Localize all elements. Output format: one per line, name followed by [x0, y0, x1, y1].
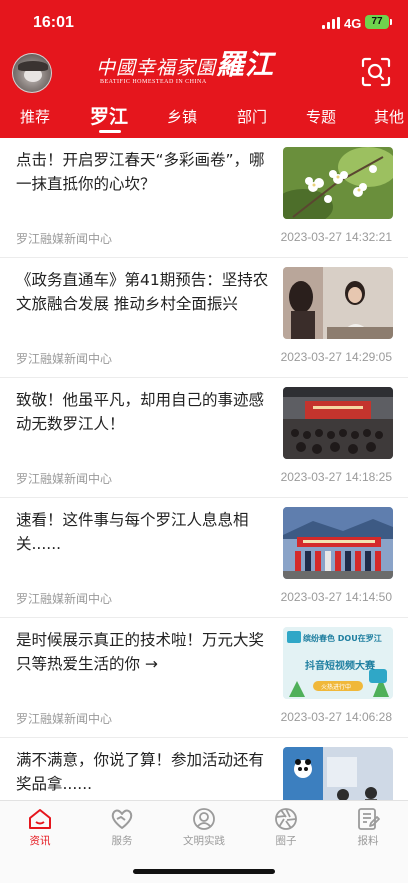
news-title: 满不满意，你说了算！参加活动还有奖品拿...... [16, 751, 265, 793]
news-source: 罗江融媒新闻中心 [16, 232, 113, 246]
scan-button[interactable] [360, 56, 392, 88]
app-header: 16:01 4G 77 中國幸福家園羅江 BEATIFIC HOMESTEAD … [0, 0, 408, 138]
news-item[interactable]: 满不满意，你说了算！参加活动还有奖品拿...... [0, 738, 408, 800]
report-icon [358, 808, 380, 830]
tab-recommend[interactable]: 推荐 [20, 106, 50, 127]
news-title: 《政务直通车》第41期预告：坚持农文旅融合发展 推动乡村全面振兴 [16, 271, 269, 313]
news-thumbnail-contest-poster: 缤纷春色 DOU在罗江 抖音短视频大赛 火热进行中 [283, 627, 393, 699]
category-tabs: 推荐 罗江 乡镇 部门 专题 其他 [0, 100, 408, 134]
civilization-icon [193, 808, 215, 830]
app-logo: 中國幸福家園羅江 BEATIFIC HOMESTEAD IN CHINA [96, 49, 310, 93]
status-time: 16:01 [33, 14, 74, 31]
tab-departments[interactable]: 部门 [237, 106, 267, 127]
signal-icon [322, 17, 340, 29]
news-title: 致敬！他虽平凡，却用自己的事迹感动无数罗江人！ [16, 391, 265, 433]
home-indicator[interactable] [133, 869, 275, 874]
news-title: 是时候展示真正的技术啦！万元大奖只等热爱生活的你 → [16, 631, 265, 673]
news-time: 2023-03-27 14:29:05 [280, 350, 392, 364]
news-item[interactable]: 是时候展示真正的技术啦！万元大奖只等热爱生活的你 → 缤纷春色 DOU在罗江 抖… [0, 618, 408, 738]
news-item[interactable]: 《政务直通车》第41期预告：坚持农文旅融合发展 推动乡村全面振兴 罗江融媒新闻中… [0, 258, 408, 378]
news-feed[interactable]: 点击！开启罗江春天“多彩画卷”，哪一抹直抵你的心坎？ 罗江融媒新闻中心 2023… [0, 138, 408, 800]
nav-civilization[interactable]: 文明实践 [174, 807, 234, 848]
nav-label: 报料 [357, 835, 379, 847]
nav-circle[interactable]: 圈子 [256, 807, 316, 848]
scan-icon [361, 57, 391, 87]
news-item[interactable]: 致敬！他虽平凡，却用自己的事迹感动无数罗江人！ 罗江融媒新闻中心 2023-03… [0, 378, 408, 498]
poster-line2: 抖音短视频大赛 [305, 661, 375, 672]
nav-label: 资讯 [29, 835, 51, 847]
news-source: 罗江融媒新闻中心 [16, 712, 113, 726]
nav-report[interactable]: 报料 [338, 807, 398, 848]
bottom-navigation: 资讯 服务 文明实践 圈子 报料 [0, 800, 408, 883]
news-source: 罗江融媒新闻中心 [16, 592, 113, 606]
nav-news[interactable]: 资讯 [10, 807, 70, 848]
home-icon [29, 809, 51, 829]
news-thumbnail-event [283, 507, 393, 579]
tab-luojiang[interactable]: 罗江 [90, 102, 128, 129]
poster-line3: 火热进行中 [321, 684, 352, 691]
logo-accent-text: 羅江 [216, 48, 275, 81]
news-item[interactable]: 点击！开启罗江春天“多彩画卷”，哪一抹直抵你的心坎？ 罗江融媒新闻中心 2023… [0, 138, 408, 258]
network-type: 4G [344, 16, 362, 31]
news-thumbnail-panda-booth [283, 747, 393, 800]
battery-level: 77 [371, 16, 383, 27]
news-time: 2023-03-27 14:06:28 [280, 710, 392, 724]
logo-subtitle: BEATIFIC HOMESTEAD IN CHINA [100, 79, 207, 85]
user-avatar[interactable] [12, 53, 52, 93]
tab-topics[interactable]: 专题 [306, 106, 336, 127]
tab-towns[interactable]: 乡镇 [167, 106, 197, 127]
news-time: 2023-03-27 14:32:21 [280, 230, 392, 244]
news-thumbnail-flowers [283, 147, 393, 219]
heart-hands-icon [111, 809, 133, 829]
news-title: 点击！开启罗江春天“多彩画卷”，哪一抹直抵你的心坎？ [16, 151, 265, 193]
news-source: 罗江融媒新闻中心 [16, 352, 113, 366]
news-item[interactable]: 速看！这件事与每个罗江人息息相关...... 罗江融媒新闻中心 2023-03-… [0, 498, 408, 618]
circle-aperture-icon [275, 808, 297, 830]
battery-icon: 77 [365, 15, 392, 29]
news-time: 2023-03-27 14:18:25 [280, 470, 392, 484]
logo-main-text: 中國幸福家園 [96, 57, 217, 79]
news-thumbnail-interview [283, 267, 393, 339]
nav-services[interactable]: 服务 [92, 807, 152, 848]
status-bar: 16:01 4G 77 [0, 0, 408, 44]
news-thumbnail-meeting [283, 387, 393, 459]
tab-others[interactable]: 其他 [374, 106, 404, 127]
poster-line1: 缤纷春色 DOU在罗江 [303, 634, 382, 643]
news-title: 速看！这件事与每个罗江人息息相关...... [16, 511, 249, 553]
nav-label: 圈子 [275, 835, 297, 847]
active-tab-indicator [99, 130, 121, 133]
news-time: 2023-03-27 14:14:50 [280, 590, 392, 604]
nav-label: 文明实践 [183, 835, 225, 847]
nav-label: 服务 [111, 835, 133, 847]
news-source: 罗江融媒新闻中心 [16, 472, 113, 486]
